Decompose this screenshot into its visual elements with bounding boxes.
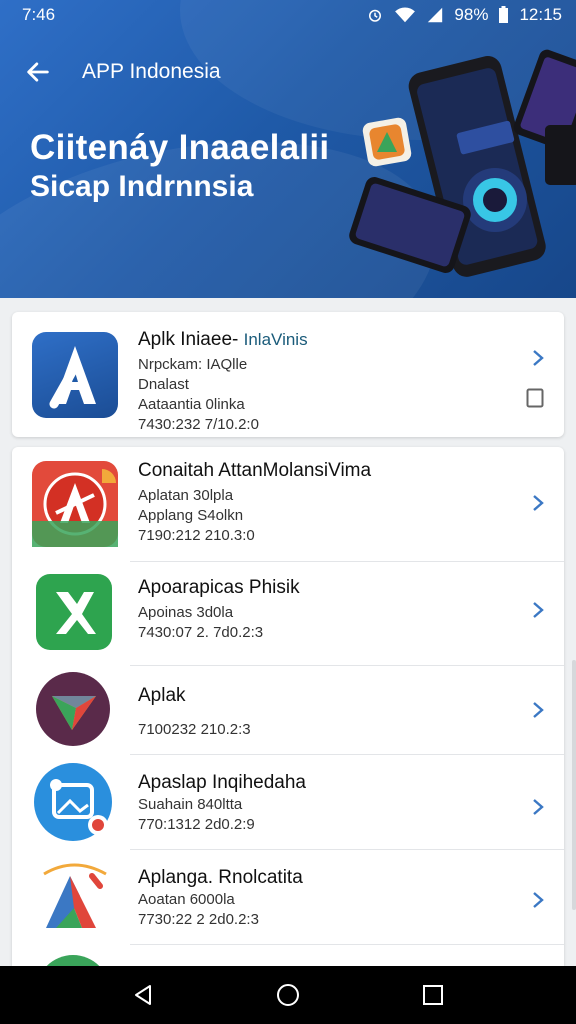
app-meta: Aoatan 6000la bbox=[138, 891, 235, 908]
hero-title: Ciitenáy Inaaelalii bbox=[30, 128, 330, 167]
wifi-icon bbox=[395, 7, 416, 23]
chevron-right-icon[interactable] bbox=[530, 348, 546, 368]
app-meta: Applang S4olkn bbox=[138, 507, 244, 524]
back-arrow-icon[interactable] bbox=[24, 58, 52, 86]
letter-a-logo-icon bbox=[49, 346, 96, 409]
triangle-logo-icon bbox=[52, 696, 96, 730]
phones-illustration bbox=[349, 49, 576, 277]
app-date: 7100232 210.2:3 bbox=[138, 721, 251, 738]
app-meta: Dnalast bbox=[138, 376, 189, 393]
signal-icon bbox=[428, 7, 443, 23]
chevron-right-icon[interactable] bbox=[530, 600, 546, 620]
chevron-right-icon[interactable] bbox=[530, 797, 546, 817]
app-name: Aplak bbox=[138, 685, 186, 706]
app-date: 7730:22 2 2d0.2:3 bbox=[138, 911, 259, 928]
list-item[interactable]: Aplanga. Rnolcatita Aoatan 6000la 7730:2… bbox=[12, 850, 564, 944]
app-date: 770:1312 2d0.2:9 bbox=[138, 816, 255, 833]
app-meta: Aataantia 0linka bbox=[138, 396, 245, 413]
photo-logo-icon bbox=[50, 779, 108, 835]
app-name: Apaslap Inqihedaha bbox=[138, 772, 306, 793]
app-meta: Nrpckam: IAQlle bbox=[138, 356, 248, 373]
app-meta: Suahain 840ltta bbox=[138, 796, 243, 813]
app-date: 7190:212 210.3:0 bbox=[138, 527, 255, 544]
chevron-right-icon[interactable] bbox=[530, 493, 546, 513]
app-name: Apoarapicas Phisik bbox=[138, 577, 300, 598]
hero-subtitle: Sicap Indrnnsia bbox=[30, 170, 254, 203]
x-logo-icon bbox=[56, 592, 96, 634]
status-clock: 12:15 bbox=[519, 5, 562, 24]
app-meta: Apoinas 3d0la bbox=[138, 604, 234, 621]
chevron-right-icon[interactable] bbox=[530, 890, 546, 910]
arrow-a-logo-icon bbox=[43, 863, 107, 928]
chevron-right-icon[interactable] bbox=[530, 700, 546, 720]
list-item-partial[interactable] bbox=[36, 955, 110, 966]
list-item[interactable]: Aplak 7100232 210.2:3 bbox=[12, 666, 564, 754]
featured-app-card[interactable]: Aplk Iniaee- InlaVinis Nrpckam: IAQlle D… bbox=[12, 312, 564, 437]
battery-percent: 98% bbox=[454, 5, 489, 24]
app-icon bbox=[34, 856, 116, 938]
checkbox-icon[interactable] bbox=[526, 388, 544, 408]
list-item[interactable]: Conaitah AttanMolansiVima Aplatan 30lpla… bbox=[12, 447, 564, 561]
recents-square-icon[interactable] bbox=[420, 982, 446, 1008]
alarm-icon bbox=[369, 9, 382, 22]
app-name: Aplk Iniaee- InlaVinis bbox=[138, 329, 308, 350]
app-icon bbox=[36, 574, 112, 650]
scrollbar[interactable] bbox=[572, 660, 576, 910]
back-triangle-icon[interactable] bbox=[130, 982, 156, 1008]
app-icon bbox=[32, 461, 118, 547]
app-icon bbox=[36, 672, 110, 746]
app-date: 7430:07 2. 7d0.2:3 bbox=[138, 624, 264, 641]
hero-banner: APP Indonesia Ciitenáy Inaaelalii Sicap … bbox=[0, 0, 576, 298]
app-meta: Aplatan 30lpla bbox=[138, 487, 234, 504]
app-icon bbox=[34, 763, 112, 841]
app-name: Aplanga. Rnolcatita bbox=[138, 867, 303, 888]
list-item[interactable]: Apaslap Inqihedaha Suahain 840ltta 770:1… bbox=[12, 755, 564, 849]
home-circle-icon[interactable] bbox=[275, 982, 301, 1008]
system-nav-bar bbox=[0, 966, 576, 1024]
status-bar: 7:46 98% 12:15 bbox=[0, 0, 576, 30]
page-title: APP Indonesia bbox=[82, 60, 221, 83]
star-a-logo-icon bbox=[32, 469, 118, 547]
divider bbox=[130, 944, 564, 945]
status-time: 7:46 bbox=[22, 5, 56, 24]
app-icon bbox=[32, 332, 118, 418]
app-date: 7430:232 7/10.2:0 bbox=[138, 416, 259, 433]
battery-icon bbox=[499, 6, 509, 23]
list-item[interactable]: Apoarapicas Phisik Apoinas 3d0la 7430:07… bbox=[12, 562, 564, 665]
app-list: Conaitah AttanMolansiVima Aplatan 30lpla… bbox=[12, 447, 564, 966]
app-name: Conaitah AttanMolansiVima bbox=[138, 460, 372, 481]
